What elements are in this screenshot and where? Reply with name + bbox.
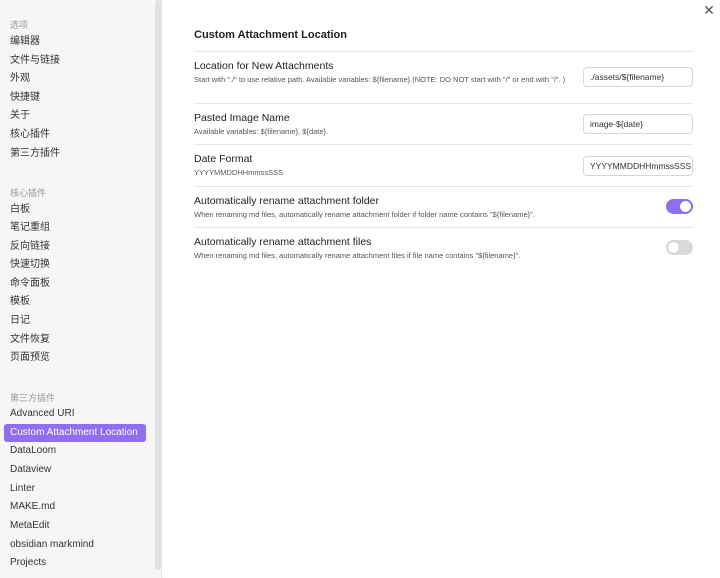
divider: [194, 51, 693, 52]
setting-desc-rename-files: When renaming md files, automatically re…: [194, 251, 521, 260]
setting-name-date-format: Date Format: [194, 153, 253, 165]
group-title-options: 选项: [10, 20, 29, 30]
rename-folder-toggle[interactable]: [666, 199, 693, 214]
nav-item-obsidian-markmind[interactable]: obsidian markmind: [4, 536, 146, 554]
nav-item-community-plugins[interactable]: 第三方插件: [4, 145, 146, 163]
nav-item-quick-switcher[interactable]: 快速切换: [4, 256, 146, 274]
setting-desc-location: Start with "./" to use relative path. Av…: [194, 75, 566, 84]
setting-desc-rename-folder: When renaming md files, automatically re…: [194, 210, 535, 219]
sidebar-scrollbar[interactable]: [155, 0, 161, 570]
nav-item-hotkeys[interactable]: 快捷键: [4, 89, 146, 107]
nav-item-about[interactable]: 关于: [4, 107, 146, 125]
setting-name-location: Location for New Attachments: [194, 60, 334, 72]
divider: [194, 186, 693, 187]
close-icon[interactable]: ✕: [702, 3, 716, 17]
pasted-image-name-input[interactable]: image-${date}: [583, 114, 693, 134]
group-title-core: 核心插件: [10, 188, 47, 198]
nav-item-daily-notes[interactable]: 日记: [4, 312, 146, 330]
nav-item-page-preview[interactable]: 页面预览: [4, 349, 146, 367]
setting-name-pasted-image: Pasted Image Name: [194, 112, 290, 124]
setting-desc-date-format: YYYYMMDDHHmmssSSS: [194, 168, 284, 177]
nav-item-note-composer[interactable]: 笔记重组: [4, 219, 146, 237]
nav-item-projects[interactable]: Projects: [4, 554, 146, 572]
nav-item-custom-attachment-location[interactable]: Custom Attachment Location: [4, 424, 146, 442]
divider: [194, 103, 693, 104]
nav-item-backlinks[interactable]: 反向链接: [4, 238, 146, 256]
setting-name-rename-folder: Automatically rename attachment folder: [194, 195, 380, 207]
nav-item-core-plugins[interactable]: 核心插件: [4, 126, 146, 144]
nav-item-file-recovery[interactable]: 文件恢复: [4, 331, 146, 349]
toggle-knob: [680, 201, 691, 212]
nav-item-dataview[interactable]: Dataview: [4, 461, 146, 479]
nav-item-canvas[interactable]: 白板: [4, 201, 146, 219]
date-format-input[interactable]: YYYYMMDDHHmmssSSS: [583, 156, 693, 176]
divider: [194, 144, 693, 145]
rename-files-toggle[interactable]: [666, 240, 693, 255]
setting-name-rename-files: Automatically rename attachment files: [194, 236, 372, 248]
nav-item-command-palette[interactable]: 命令面板: [4, 275, 146, 293]
nav-item-linter[interactable]: Linter: [4, 480, 146, 498]
nav-item-dataloom[interactable]: DataLoom: [4, 442, 146, 460]
page-title: Custom Attachment Location: [194, 29, 347, 41]
nav-item-advanced-uri[interactable]: Advanced URI: [4, 405, 146, 423]
nav-item-files-links[interactable]: 文件与链接: [4, 52, 146, 70]
location-input[interactable]: ./assets/${filename}: [583, 67, 693, 87]
setting-desc-pasted-image: Available variables: ${filename}, ${date…: [194, 127, 329, 136]
divider: [194, 227, 693, 228]
nav-item-appearance[interactable]: 外观: [4, 70, 146, 88]
nav-item-make-md[interactable]: MAKE.md: [4, 498, 146, 516]
nav-item-metaedit[interactable]: MetaEdit: [4, 517, 146, 535]
settings-sidebar: 选项 编辑器 文件与链接 外观 快捷键 关于 核心插件 第三方插件 核心插件 白…: [0, 0, 162, 578]
group-title-community: 第三方插件: [10, 393, 56, 403]
toggle-knob: [668, 242, 679, 253]
nav-item-templates[interactable]: 模板: [4, 293, 146, 311]
nav-item-editor[interactable]: 编辑器: [4, 33, 146, 51]
